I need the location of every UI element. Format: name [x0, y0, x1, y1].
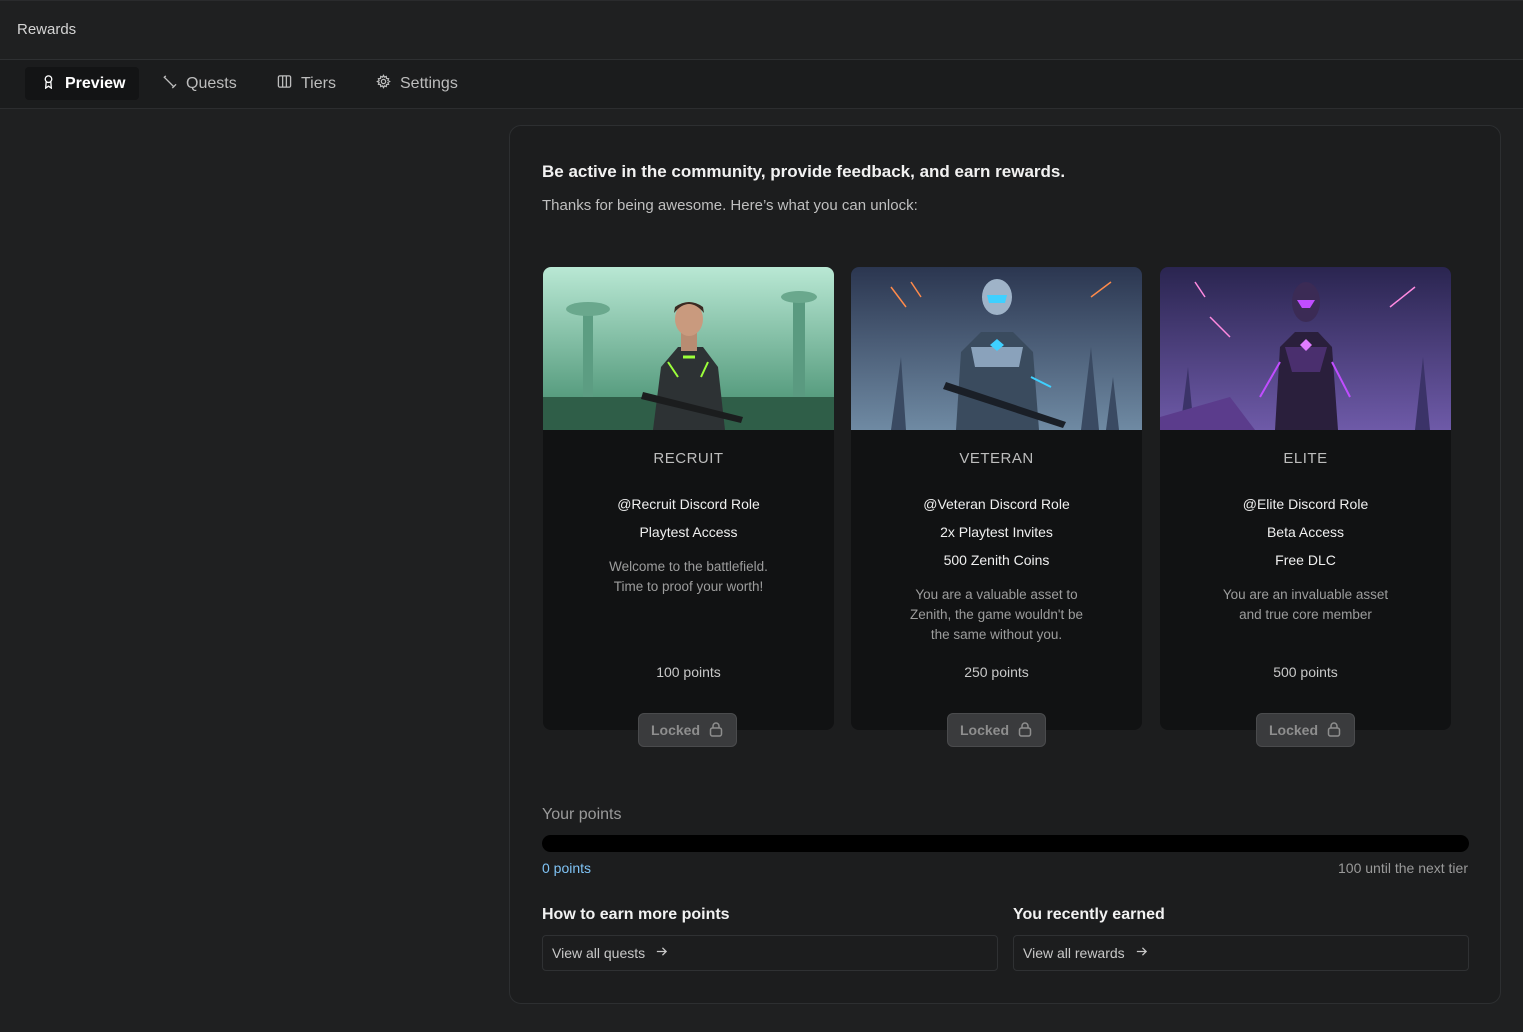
- tier-name: ELITE: [1283, 450, 1328, 467]
- columns-icon: [277, 74, 292, 94]
- tier-perk: 500 Zenith Coins: [943, 552, 1050, 568]
- locked-label: Locked: [1268, 722, 1318, 738]
- tier-perk: @Veteran Discord Role: [923, 496, 1070, 512]
- locked-button-recruit[interactable]: Locked: [638, 713, 737, 747]
- lock-icon: [1017, 721, 1033, 740]
- panel-headline: Be active in the community, provide feed…: [542, 162, 1066, 181]
- tab-tiers-label: Tiers: [301, 74, 336, 92]
- tier-points: 250 points: [964, 664, 1029, 680]
- award-icon: [41, 74, 56, 94]
- tier-description: Welcome to the battlefield. Time to proo…: [609, 559, 768, 594]
- locked-button-veteran[interactable]: Locked: [947, 713, 1046, 747]
- tier-description: You are a valuable asset to Zenith, the …: [910, 587, 1083, 642]
- rewards-preview-panel: Be active in the community, provide feed…: [509, 125, 1501, 1004]
- lock-icon: [708, 721, 724, 740]
- view-all-rewards-label: View all rewards: [1023, 945, 1125, 961]
- points-progress-bar: [542, 835, 1469, 852]
- tier-name: VETERAN: [959, 450, 1034, 467]
- title-bar: Rewards: [0, 0, 1523, 60]
- view-all-quests-link[interactable]: View all quests: [542, 935, 998, 971]
- current-points: 0 points: [542, 860, 592, 876]
- tier-name: RECRUIT: [653, 450, 724, 467]
- arrow-right-icon: [1135, 945, 1148, 961]
- panel-subline: Thanks for being awesome. Here’s what yo…: [542, 197, 918, 214]
- tier-card-recruit: RECRUIT @Recruit Discord Role Playtest A…: [543, 267, 834, 730]
- pen-icon: [162, 74, 177, 94]
- earn-points-heading: How to earn more points: [542, 906, 730, 923]
- tier-perk: @Elite Discord Role: [1242, 496, 1369, 512]
- tab-preview[interactable]: Preview: [25, 67, 139, 100]
- window-title: Rewards: [17, 21, 77, 38]
- elite-character-image: [1160, 267, 1451, 430]
- tier-perk: Free DLC: [1275, 552, 1336, 568]
- gear-icon: [376, 73, 391, 94]
- tier-perk: Beta Access: [1266, 524, 1345, 540]
- tier-perk: @Recruit Discord Role: [617, 496, 760, 512]
- tab-tiers[interactable]: Tiers: [261, 67, 352, 100]
- recruit-character-image: [543, 267, 834, 430]
- points-until-next-tier: 100 until the next tier: [1338, 860, 1468, 876]
- locked-label: Locked: [959, 722, 1009, 738]
- tier-perk: 2x Playtest Invites: [940, 524, 1053, 540]
- locked-button-elite[interactable]: Locked: [1256, 713, 1355, 747]
- view-all-quests-label: View all quests: [552, 945, 646, 961]
- recently-earned-heading: You recently earned: [1013, 906, 1165, 923]
- locked-label: Locked: [650, 722, 700, 738]
- view-all-rewards-link[interactable]: View all rewards: [1013, 935, 1469, 971]
- tier-perk: Playtest Access: [639, 524, 738, 540]
- tab-quests-label: Quests: [186, 74, 237, 92]
- arrow-right-icon: [655, 945, 668, 961]
- lock-icon: [1326, 721, 1342, 740]
- tab-settings[interactable]: Settings: [360, 67, 474, 100]
- tier-points: 500 points: [1273, 664, 1338, 680]
- tier-card-elite: ELITE @Elite Discord Role Beta Access Fr…: [1160, 267, 1451, 730]
- tab-quests[interactable]: Quests: [146, 67, 253, 100]
- tier-points: 100 points: [656, 664, 721, 680]
- tab-preview-label: Preview: [65, 74, 126, 92]
- tier-description: You are an invaluable asset and true cor…: [1222, 587, 1389, 622]
- your-points-label: Your points: [542, 806, 622, 823]
- veteran-character-image: [851, 267, 1142, 430]
- tier-card-veteran: VETERAN @Veteran Discord Role 2x Playtes…: [851, 267, 1142, 730]
- tab-bar: Preview Quests Tiers Settings: [0, 60, 1523, 109]
- tab-settings-label: Settings: [400, 74, 458, 92]
